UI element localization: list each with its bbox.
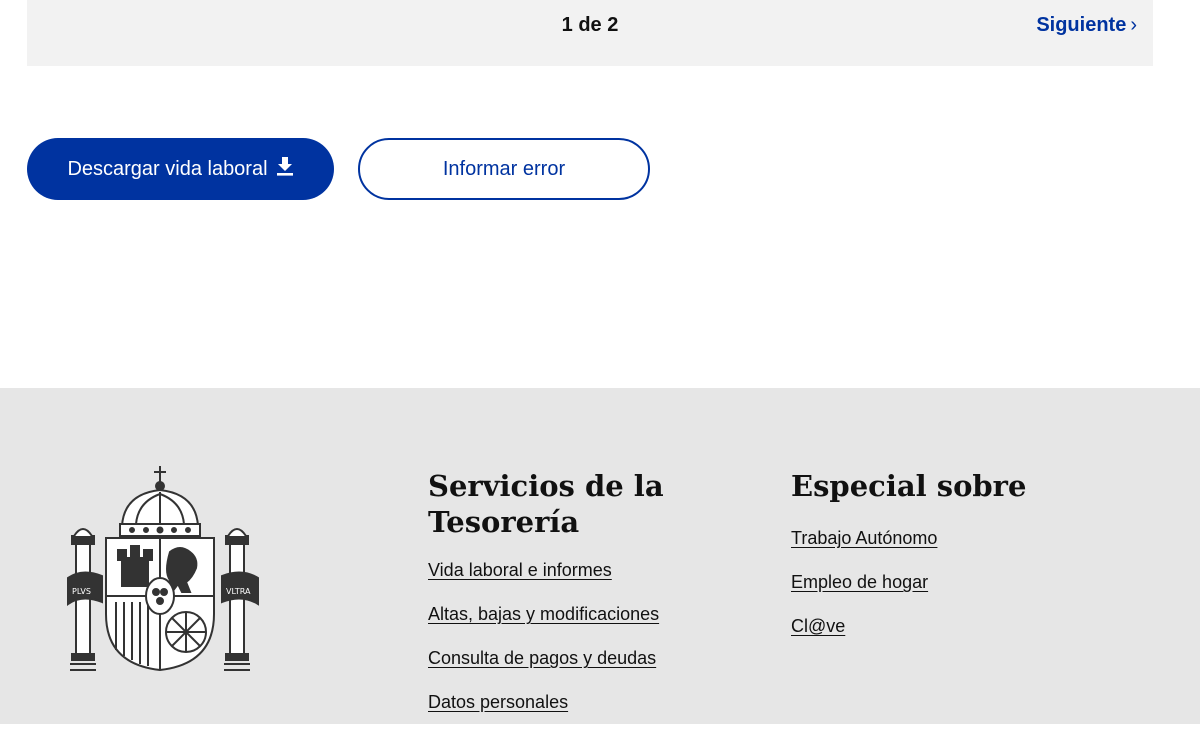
- footer-link-clave[interactable]: Cl@ve: [791, 616, 845, 636]
- motto-right: VLTRA: [226, 587, 251, 596]
- footer-services-column: Servicios de la Tesorería Vida laboral e…: [428, 468, 728, 736]
- footer-services-title: Servicios de la Tesorería: [428, 469, 664, 539]
- download-vida-laboral-button[interactable]: Descargar vida laboral: [27, 138, 334, 200]
- footer-link-datos-personales[interactable]: Datos personales: [428, 692, 568, 712]
- chevron-right-icon: ›: [1130, 14, 1137, 36]
- report-error-label: Informar error: [442, 157, 566, 180]
- motto-left: PLVS: [72, 587, 91, 596]
- download-button-label: Descargar vida laboral: [67, 157, 268, 180]
- next-page-label: Siguiente: [1036, 14, 1127, 36]
- footer-special-column: Especial sobre Trabajo Autónomo Empleo d…: [791, 468, 1091, 660]
- page-indicator: 1 de 2: [561, 14, 619, 36]
- coat-of-arms-icon: PLVS VLTRA: [66, 464, 260, 674]
- next-page-link[interactable]: Siguiente ›: [1036, 14, 1137, 37]
- footer-link-altas-bajas[interactable]: Altas, bajas y modificaciones: [428, 604, 659, 624]
- footer: PLVS VLTRA Servicios de la Tesorería Vid…: [0, 388, 1200, 724]
- footer-link-vida-laboral[interactable]: Vida laboral e informes: [428, 560, 612, 580]
- footer-link-trabajo-autonomo[interactable]: Trabajo Autónomo: [791, 528, 937, 548]
- footer-link-pagos-deudas[interactable]: Consulta de pagos y deudas: [428, 648, 656, 668]
- pagination-bar: 1 de 2 Siguiente ›: [27, 0, 1153, 66]
- report-error-button[interactable]: Informar error: [358, 138, 650, 200]
- download-icon: [276, 156, 294, 182]
- footer-link-empleo-hogar[interactable]: Empleo de hogar: [791, 572, 928, 592]
- footer-special-title: Especial sobre: [791, 469, 1027, 503]
